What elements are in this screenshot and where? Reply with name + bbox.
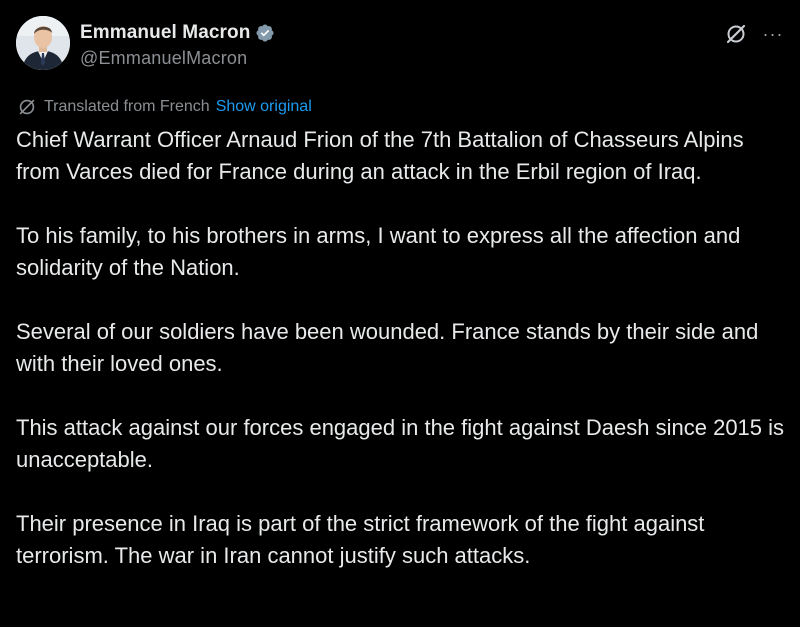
tweet-header: Emmanuel Macron @EmmanuelMacron ···	[16, 16, 784, 76]
tweet-paragraph: Chief Warrant Officer Arnaud Frion of th…	[16, 127, 744, 184]
tweet-paragraph: Their presence in Iraq is part of the st…	[16, 511, 705, 568]
avatar[interactable]	[16, 16, 70, 70]
translated-label: Translated from French	[44, 98, 210, 115]
tweet-paragraph: This attack against our forces engaged i…	[16, 415, 785, 472]
top-actions: ···	[724, 22, 784, 46]
display-name-row: Emmanuel Macron	[80, 20, 275, 46]
more-icon[interactable]: ···	[762, 23, 784, 45]
grok-icon[interactable]	[724, 22, 748, 46]
tweet-paragraph: To his family, to his brothers in arms, …	[16, 223, 741, 280]
show-original-link[interactable]: Show original	[216, 98, 312, 116]
tweet-paragraph: Several of our soldiers have been wounde…	[16, 319, 759, 376]
author-handle[interactable]: @EmmanuelMacron	[80, 48, 275, 69]
verified-badge-icon	[255, 23, 275, 43]
display-name[interactable]: Emmanuel Macron	[80, 22, 250, 44]
profile-photo-icon	[16, 16, 70, 70]
translate-icon	[16, 96, 38, 118]
tweet-text: Chief Warrant Officer Arnaud Frion of th…	[16, 124, 786, 572]
translation-bar: Translated from French Show original	[16, 96, 312, 118]
author-names: Emmanuel Macron @EmmanuelMacron	[80, 20, 275, 69]
